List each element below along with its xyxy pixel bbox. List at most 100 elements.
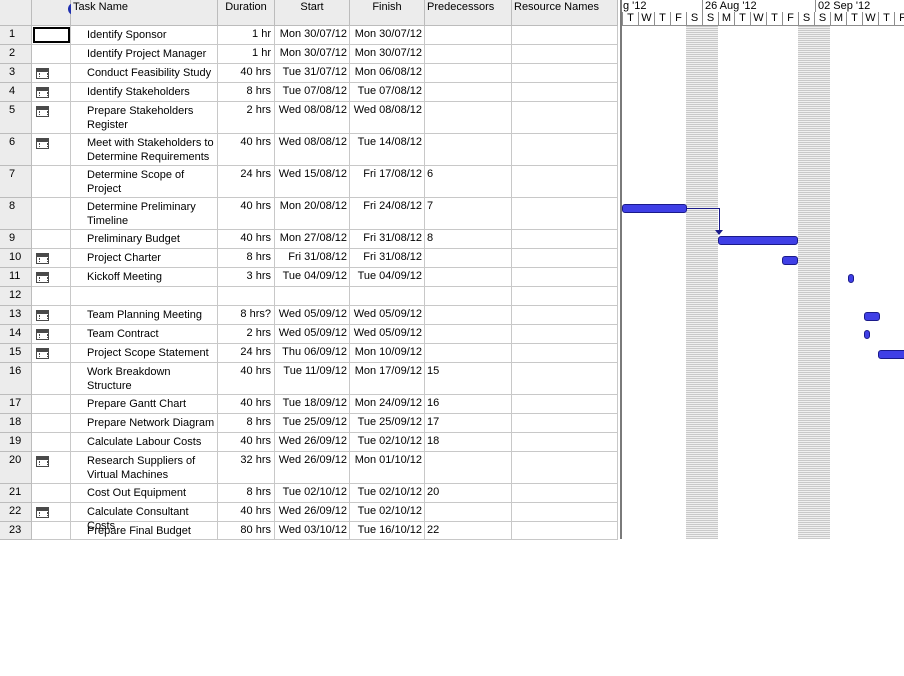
task-finish[interactable]: Wed 05/09/12 bbox=[350, 306, 425, 325]
task-finish[interactable]: Tue 07/08/12 bbox=[350, 83, 425, 102]
task-start[interactable]: Wed 08/08/12 bbox=[275, 102, 350, 134]
task-predecessors[interactable] bbox=[425, 83, 512, 102]
task-indicators[interactable] bbox=[32, 344, 71, 363]
task-indicators[interactable] bbox=[32, 26, 71, 45]
task-predecessors[interactable]: 20 bbox=[425, 484, 512, 503]
task-indicators[interactable] bbox=[32, 433, 71, 452]
task-start[interactable]: Wed 08/08/12 bbox=[275, 134, 350, 166]
task-start[interactable] bbox=[275, 287, 350, 306]
task-name[interactable]: Kickoff Meeting bbox=[71, 268, 218, 287]
task-start[interactable]: Wed 05/09/12 bbox=[275, 325, 350, 344]
task-start[interactable]: Mon 27/08/12 bbox=[275, 230, 350, 249]
task-indicators[interactable] bbox=[32, 102, 71, 134]
task-id[interactable]: 2 bbox=[0, 45, 32, 64]
table-row[interactable]: 12 bbox=[0, 287, 618, 306]
table-row[interactable]: 5 Prepare Stakeholders Register 2 hrs Wed 0… bbox=[0, 102, 618, 134]
task-name[interactable]: Meet with Stakeholders to Determine Requ… bbox=[71, 134, 218, 166]
task-name[interactable]: Determine Scope of Project bbox=[71, 166, 218, 198]
task-id[interactable]: 14 bbox=[0, 325, 32, 344]
task-resources[interactable] bbox=[512, 395, 618, 414]
task-id[interactable]: 5 bbox=[0, 102, 32, 134]
task-predecessors[interactable]: 22 bbox=[425, 522, 512, 540]
task-id[interactable]: 10 bbox=[0, 249, 32, 268]
header-id[interactable] bbox=[0, 0, 32, 26]
table-row[interactable]: 16 Work Breakdown Structure 40 hrs Tue 11/0… bbox=[0, 363, 618, 395]
task-id[interactable]: 15 bbox=[0, 344, 32, 363]
table-row[interactable]: 19 Calculate Labour Costs 40 hrs Wed 26/09/… bbox=[0, 433, 618, 452]
task-indicators[interactable] bbox=[32, 198, 71, 230]
task-resources[interactable] bbox=[512, 102, 618, 134]
task-resources[interactable] bbox=[512, 344, 618, 363]
task-name[interactable]: Team Contract bbox=[71, 325, 218, 344]
task-finish[interactable]: Tue 02/10/12 bbox=[350, 433, 425, 452]
task-duration[interactable]: 40 hrs bbox=[218, 64, 275, 83]
task-id[interactable]: 21 bbox=[0, 484, 32, 503]
task-duration[interactable]: 40 hrs bbox=[218, 395, 275, 414]
task-id[interactable]: 22 bbox=[0, 503, 32, 522]
task-resources[interactable] bbox=[512, 198, 618, 230]
task-name[interactable]: Identify Project Manager bbox=[71, 45, 218, 64]
table-row[interactable]: 14 Team Contract 2 hrs Wed 05/09/12 Wed 05/0… bbox=[0, 325, 618, 344]
task-start[interactable]: Wed 26/09/12 bbox=[275, 433, 350, 452]
table-row[interactable]: 10 Project Charter 8 hrs Fri 31/08/12 Fri 31… bbox=[0, 249, 618, 268]
task-resources[interactable] bbox=[512, 45, 618, 64]
table-row[interactable]: 15 Project Scope Statement 24 hrs Thu 06/09… bbox=[0, 344, 618, 363]
task-bar-11[interactable] bbox=[848, 274, 854, 283]
task-indicators[interactable] bbox=[32, 325, 71, 344]
table-row[interactable]: 20 Research Suppliers of Virtual Machines… bbox=[0, 452, 618, 484]
task-duration[interactable]: 1 hr bbox=[218, 45, 275, 64]
task-predecessors[interactable] bbox=[425, 26, 512, 45]
task-finish[interactable]: Fri 17/08/12 bbox=[350, 166, 425, 198]
task-start[interactable]: Mon 30/07/12 bbox=[275, 26, 350, 45]
task-duration[interactable]: 1 hr bbox=[218, 26, 275, 45]
header-task-name[interactable]: Task Name bbox=[71, 0, 218, 26]
task-predecessors[interactable] bbox=[425, 452, 512, 484]
task-predecessors[interactable] bbox=[425, 344, 512, 363]
task-finish[interactable]: Mon 10/09/12 bbox=[350, 344, 425, 363]
task-duration[interactable]: 8 hrs bbox=[218, 414, 275, 433]
task-finish[interactable]: Wed 05/09/12 bbox=[350, 325, 425, 344]
task-id[interactable]: 6 bbox=[0, 134, 32, 166]
task-duration[interactable]: 8 hrs bbox=[218, 249, 275, 268]
task-start[interactable]: Mon 20/08/12 bbox=[275, 198, 350, 230]
header-start[interactable]: Start bbox=[275, 0, 350, 26]
task-bar-13[interactable] bbox=[864, 312, 880, 321]
task-resources[interactable] bbox=[512, 306, 618, 325]
task-finish[interactable]: Tue 02/10/12 bbox=[350, 503, 425, 522]
task-duration[interactable]: 32 hrs bbox=[218, 452, 275, 484]
task-id[interactable]: 1 bbox=[0, 26, 32, 45]
task-predecessors[interactable] bbox=[425, 45, 512, 64]
task-id[interactable]: 18 bbox=[0, 414, 32, 433]
table-row[interactable]: 22 Calculate Consultant Costs 40 hrs Wed 26… bbox=[0, 503, 618, 532]
table-row[interactable]: 6 Meet with Stakeholders to Determine Req… bbox=[0, 134, 618, 166]
task-start[interactable]: Wed 15/08/12 bbox=[275, 166, 350, 198]
task-start[interactable]: Thu 06/09/12 bbox=[275, 344, 350, 363]
task-resources[interactable] bbox=[512, 83, 618, 102]
task-name[interactable]: Work Breakdown Structure bbox=[71, 363, 218, 395]
task-predecessors[interactable]: 16 bbox=[425, 395, 512, 414]
task-indicators[interactable] bbox=[32, 306, 71, 325]
task-name[interactable]: Identify Stakeholders bbox=[71, 83, 218, 102]
task-bar-8[interactable] bbox=[622, 204, 687, 213]
task-bar-14[interactable] bbox=[864, 330, 870, 339]
task-indicators[interactable] bbox=[32, 134, 71, 166]
task-resources[interactable] bbox=[512, 287, 618, 306]
task-name[interactable]: Prepare Stakeholders Register bbox=[71, 102, 218, 134]
task-name[interactable] bbox=[71, 287, 218, 306]
task-name[interactable]: Project Charter bbox=[71, 249, 218, 268]
task-id[interactable]: 23 bbox=[0, 522, 32, 540]
task-id[interactable]: 12 bbox=[0, 287, 32, 306]
task-start[interactable]: Fri 31/08/12 bbox=[275, 249, 350, 268]
task-duration[interactable] bbox=[218, 287, 275, 306]
task-indicators[interactable] bbox=[32, 249, 71, 268]
task-indicators[interactable] bbox=[32, 503, 71, 522]
task-indicators[interactable] bbox=[32, 484, 71, 503]
task-indicators[interactable] bbox=[32, 83, 71, 102]
task-finish[interactable]: Tue 14/08/12 bbox=[350, 134, 425, 166]
task-finish[interactable]: Mon 30/07/12 bbox=[350, 26, 425, 45]
table-row[interactable]: 3 Conduct Feasibility Study 40 hrs Tue 31/0… bbox=[0, 64, 618, 83]
task-bar-9[interactable] bbox=[718, 236, 798, 245]
task-start[interactable]: Wed 26/09/12 bbox=[275, 503, 350, 522]
task-start[interactable]: Wed 26/09/12 bbox=[275, 452, 350, 484]
task-id[interactable]: 13 bbox=[0, 306, 32, 325]
